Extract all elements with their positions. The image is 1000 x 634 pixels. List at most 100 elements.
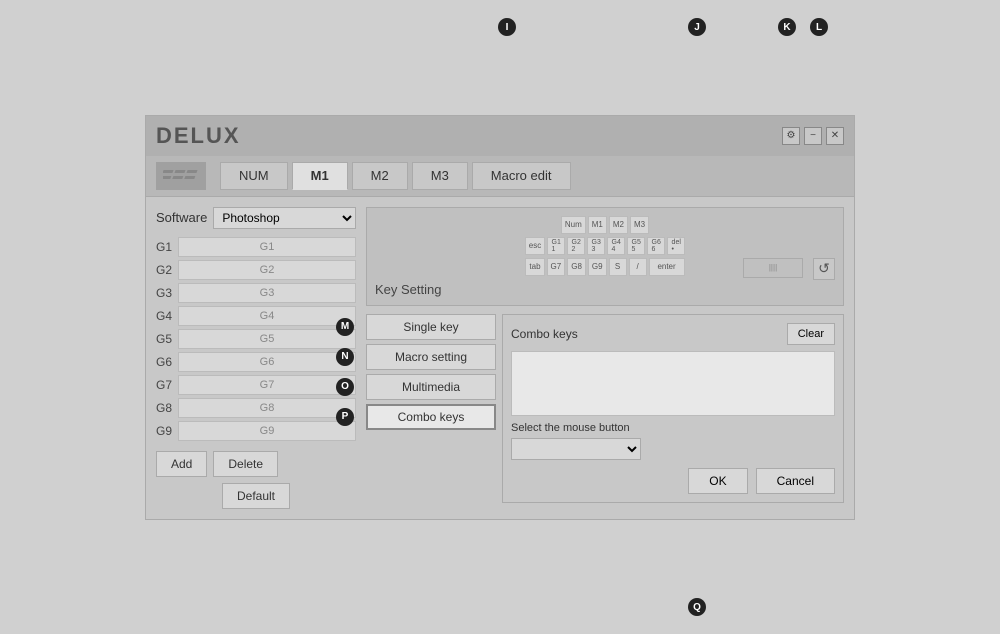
kb-key-enter: enter [649, 258, 685, 276]
kb-key-m3: M3 [630, 216, 649, 234]
tab-m1[interactable]: M1 [292, 162, 348, 190]
g5-input[interactable] [178, 329, 356, 349]
kb-key-g8: G8 [567, 258, 586, 276]
tab-m3[interactable]: M3 [412, 162, 468, 190]
g6-label: G6 [156, 355, 178, 369]
key-setting-label: Key Setting [375, 282, 835, 297]
tab-num[interactable]: NUM [220, 162, 288, 190]
combo-title: Combo keys [511, 327, 578, 341]
close-button[interactable]: ✕ [826, 127, 844, 145]
g-key-row-g9: G9 [156, 421, 356, 441]
keyboard-area: Num M1 M2 M3 esc G11 G22 G33 G44 G5 [366, 207, 844, 306]
nav-icon [156, 162, 206, 190]
g3-input[interactable] [178, 283, 356, 303]
annotation-O: O [336, 378, 354, 396]
ok-cancel-row: OK Cancel [511, 468, 835, 494]
annotation-J: J [688, 18, 706, 36]
g8-label: G8 [156, 401, 178, 415]
keyboard-image: |||| [743, 258, 803, 278]
kb-key-esc: esc [525, 237, 545, 255]
kb-key-m1: M1 [588, 216, 607, 234]
software-row: Software Photoshop [156, 207, 356, 229]
g-key-row-g3: G3 [156, 283, 356, 303]
annotation-L: L [810, 18, 828, 36]
annotation-N: N [336, 348, 354, 366]
g-keys-list: G1 G2 G3 G4 [156, 237, 356, 441]
software-dropdown[interactable]: Photoshop [213, 207, 356, 229]
g1-label: G1 [156, 240, 178, 254]
kb-row-3: tab G7 G8 G9 S / enter [525, 258, 684, 276]
kb-key-g4: G44 [607, 237, 625, 255]
combo-keys-button[interactable]: Combo keys [366, 404, 496, 430]
kb-key-tab: tab [525, 258, 544, 276]
g-key-row-g8: G8 [156, 398, 356, 418]
kb-key-slash: / [629, 258, 647, 276]
g8-input[interactable] [178, 398, 356, 418]
tab-m2[interactable]: M2 [352, 162, 408, 190]
combo-text-area[interactable] [511, 351, 835, 416]
macro-setting-button[interactable]: Macro setting [366, 344, 496, 370]
g9-label: G9 [156, 424, 178, 438]
kb-key-g2: G22 [567, 237, 585, 255]
annotation-I: I [498, 18, 516, 36]
multimedia-button[interactable]: Multimedia [366, 374, 496, 400]
minimize-button[interactable]: − [804, 127, 822, 145]
annotation-P: P [336, 408, 354, 426]
kb-key-g1: G11 [547, 237, 565, 255]
g9-input[interactable] [178, 421, 356, 441]
g2-input[interactable] [178, 260, 356, 280]
single-key-button[interactable]: Single key [366, 314, 496, 340]
g1-input[interactable] [178, 237, 356, 257]
g-key-row-g1: G1 [156, 237, 356, 257]
main-window: DELUX ⚙ − ✕ NUM M1 M2 M3 [145, 115, 855, 520]
add-delete-buttons: Add Delete [156, 451, 356, 477]
tab-macro-edit[interactable]: Macro edit [472, 162, 571, 190]
title-bar: DELUX ⚙ − ✕ [146, 116, 854, 156]
annotation-K: K [778, 18, 796, 36]
combo-panel: Combo keys Clear Select the mouse button… [502, 314, 844, 503]
stripes-icon [163, 166, 199, 186]
software-label: Software [156, 210, 207, 225]
kb-key-s: S [609, 258, 627, 276]
ok-button[interactable]: OK [688, 468, 747, 494]
cancel-button[interactable]: Cancel [756, 468, 835, 494]
combo-clear-button[interactable]: Clear [787, 323, 835, 345]
kb-key-delete: del• [667, 237, 685, 255]
key-options-area: Single key Macro setting Multimedia Comb… [366, 314, 844, 503]
app-logo: DELUX [156, 123, 241, 149]
nav-bar: NUM M1 M2 M3 Macro edit [146, 156, 854, 197]
window-controls: ⚙ − ✕ [782, 127, 844, 145]
content-area: Software Photoshop G1 G2 [146, 197, 854, 519]
option-buttons-container: Single key Macro setting Multimedia Comb… [366, 314, 496, 503]
g7-input[interactable] [178, 375, 356, 395]
mouse-btn-select[interactable] [511, 438, 641, 460]
g-key-row-g5: G5 [156, 329, 356, 349]
g-key-row-g6: G6 [156, 352, 356, 372]
g3-label: G3 [156, 286, 178, 300]
g-key-row-g4: G4 [156, 306, 356, 326]
reset-button[interactable]: ↺ [813, 258, 835, 280]
g5-label: G5 [156, 332, 178, 346]
settings-button[interactable]: ⚙ [782, 127, 800, 145]
mouse-btn-label: Select the mouse button [511, 422, 835, 434]
left-panel: Software Photoshop G1 G2 [156, 207, 356, 509]
kb-key-m2: M2 [609, 216, 628, 234]
kb-key-g9: G9 [588, 258, 607, 276]
kb-key-g5: G55 [627, 237, 645, 255]
g-key-row-g7: G7 [156, 375, 356, 395]
default-button[interactable]: Default [222, 483, 290, 509]
add-button[interactable]: Add [156, 451, 207, 477]
delete-button[interactable]: Delete [213, 451, 278, 477]
kb-row-1: Num M1 M2 M3 [561, 216, 649, 234]
g6-input[interactable] [178, 352, 356, 372]
combo-header: Combo keys Clear [511, 323, 835, 345]
kb-key-num: Num [561, 216, 586, 234]
g2-label: G2 [156, 263, 178, 277]
option-buttons: Single key Macro setting Multimedia Comb… [366, 314, 496, 430]
g4-label: G4 [156, 309, 178, 323]
kb-key-g6: G66 [647, 237, 665, 255]
g7-label: G7 [156, 378, 178, 392]
g4-input[interactable] [178, 306, 356, 326]
g-key-row-g2: G2 [156, 260, 356, 280]
annotation-M: M [336, 318, 354, 336]
